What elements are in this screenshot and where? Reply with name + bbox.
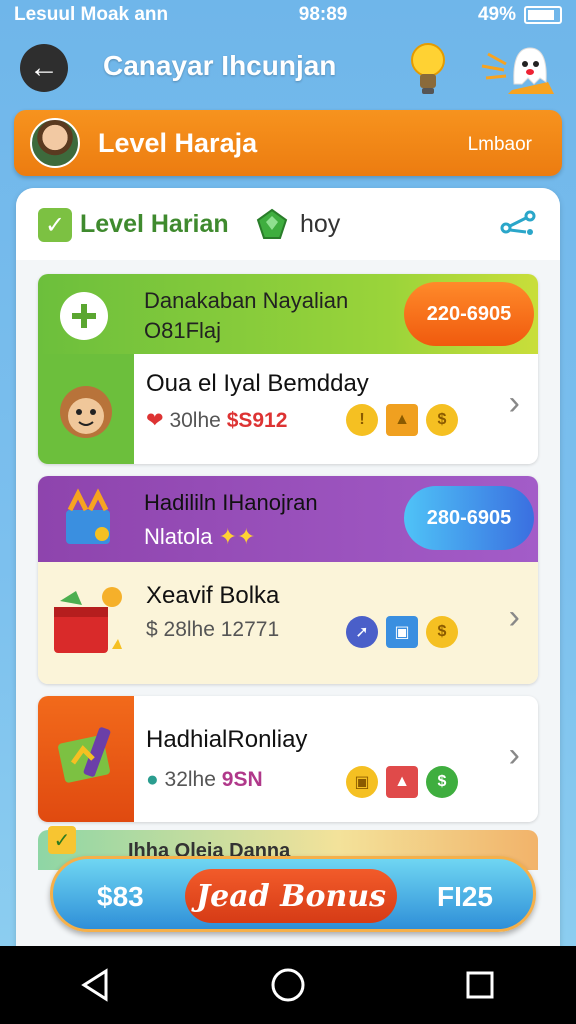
chevron-right-icon[interactable]: › xyxy=(509,598,520,637)
arrow-left-icon: ← xyxy=(29,51,59,84)
coin-icon: $ xyxy=(426,616,458,648)
banner-title: Level Haraja xyxy=(98,128,258,158)
card-strip: Hadililn IHanojran Nlatola ✦✦ 280-6905 xyxy=(38,476,538,562)
bonus-right-amount: FI25 xyxy=(436,881,493,912)
strip-title: Hadililn IHanojran xyxy=(144,490,318,515)
nav-home-button[interactable] xyxy=(258,955,318,1015)
coin-icon: ! xyxy=(346,404,378,436)
chevron-right-icon[interactable]: › xyxy=(509,736,520,775)
compass-icon: ➚ xyxy=(346,616,378,648)
square-recents-icon xyxy=(466,971,494,999)
row-meta-prefix: 32lhe xyxy=(164,768,216,791)
plus-circle-icon xyxy=(60,292,108,340)
page-title: Canayar Ihcunjan xyxy=(103,50,337,81)
row-title: HadhialRonliay xyxy=(146,726,308,753)
back-button[interactable]: ← xyxy=(20,44,68,92)
box-icon: ▣ xyxy=(386,616,418,648)
chevron-right-icon[interactable]: › xyxy=(509,384,520,423)
red-gift-icon xyxy=(54,587,122,653)
checkmark-icon: ✓ xyxy=(38,208,72,242)
reward-pill[interactable]: 280-6905 xyxy=(404,486,534,550)
row-meta-value: $S912 xyxy=(226,409,288,432)
row-meta-prefix: 30lhe xyxy=(169,409,221,432)
nav-back-button[interactable] xyxy=(66,955,126,1015)
ghost-mascot-icon[interactable] xyxy=(478,42,558,94)
reward-icons: ! ▲ $ xyxy=(346,404,458,436)
gem-icon xyxy=(256,208,288,239)
task-card[interactable]: HadhialRonliay ● 32lhe 9SN ▣ ▲ $ › xyxy=(38,696,538,822)
coin-icon: $ xyxy=(426,404,458,436)
reward-icons: ➚ ▣ $ xyxy=(346,616,458,648)
app-header: ← Canayar Ihcunjan xyxy=(0,40,576,100)
row-icon-tile xyxy=(38,354,134,464)
character-icon xyxy=(60,386,112,438)
panel-header: ✓ Level Harian hoy xyxy=(16,188,560,260)
strip-subtitle-text: Nlatola xyxy=(144,524,213,549)
banner-link[interactable]: Lmbaor xyxy=(468,134,532,156)
coin-icon: $ xyxy=(426,766,458,798)
reward-icons: ▣ ▲ $ xyxy=(346,766,458,798)
status-bar: Lesuul Moak ann 98:89 49% xyxy=(0,0,576,30)
task-row[interactable]: Xeavif Bolka $ 28lhe 12771 ➚ ▣ $ › xyxy=(38,562,538,684)
sparkle-icon: ✦✦ xyxy=(218,524,256,549)
house-icon: ▲ xyxy=(386,766,418,798)
row-meta-prefix: $ 28lhe xyxy=(146,618,215,641)
share-icon[interactable] xyxy=(500,210,538,238)
strip-subtitle: O81Flaj xyxy=(144,318,222,343)
reward-pill[interactable]: 220-6905 xyxy=(404,282,534,346)
row-title: Xeavif Bolka xyxy=(146,582,280,609)
status-icons: 49% xyxy=(478,4,562,26)
gift-box-icon xyxy=(66,488,110,544)
row-meta: ● 32lhe 9SN xyxy=(146,768,263,792)
battery-icon xyxy=(524,6,562,24)
task-card[interactable]: Danakaban Nayalian O81Flaj 220-6905 Oua … xyxy=(38,274,538,464)
circle-home-icon xyxy=(271,968,305,1002)
nav-recents-button[interactable] xyxy=(450,955,510,1015)
task-row[interactable]: HadhialRonliay ● 32lhe 9SN ▣ ▲ $ › xyxy=(38,696,538,822)
triangle-back-icon xyxy=(81,968,108,1002)
pin-icon: ● xyxy=(146,768,159,791)
row-meta: ❤ 30lhe $S912 xyxy=(146,408,287,433)
level-banner[interactable]: Level Haraja Lmbaor xyxy=(14,110,562,176)
system-nav-bar xyxy=(0,946,576,1024)
row-meta-value: 12771 xyxy=(220,618,280,641)
panel-subtitle: hoy xyxy=(300,210,341,238)
chest-icon: ▲ xyxy=(386,404,418,436)
panel-title: Level Harian xyxy=(80,210,229,238)
row-icon-tile xyxy=(38,696,134,822)
lightbulb-icon[interactable] xyxy=(407,40,449,98)
checkmark-icon: ✓ xyxy=(48,826,76,854)
row-meta-value: 9SN xyxy=(221,768,263,791)
battery-percent: 49% xyxy=(477,4,516,25)
clock: 98:89 xyxy=(298,4,348,25)
card-strip: Danakaban Nayalian O81Flaj 220-6905 xyxy=(38,274,538,354)
avatar xyxy=(30,118,80,168)
chest-icon: ▣ xyxy=(346,766,378,798)
strip-subtitle: Nlatola ✦✦ xyxy=(144,524,255,550)
carrier-label: Lesuul Moak ann xyxy=(14,4,169,25)
bonus-left-amount: $83 xyxy=(97,881,144,912)
row-title: Oua el Iyal Bemdday xyxy=(146,370,369,397)
bonus-button[interactable]: Jead Bonus xyxy=(185,869,397,923)
task-row[interactable]: Oua el Iyal Bemdday ❤ 30lhe $S912 ! ▲ $ … xyxy=(38,354,538,464)
heart-icon: ❤ xyxy=(146,409,164,432)
ticket-icon xyxy=(58,727,111,783)
row-icon-tile xyxy=(38,562,134,684)
task-card[interactable]: Hadililn IHanojran Nlatola ✦✦ 280-6905 X… xyxy=(38,476,538,684)
bonus-bar: $83 Jead Bonus FI25 xyxy=(50,856,536,932)
strip-title: Danakaban Nayalian xyxy=(144,288,349,313)
row-meta: $ 28lhe 12771 xyxy=(146,618,279,642)
